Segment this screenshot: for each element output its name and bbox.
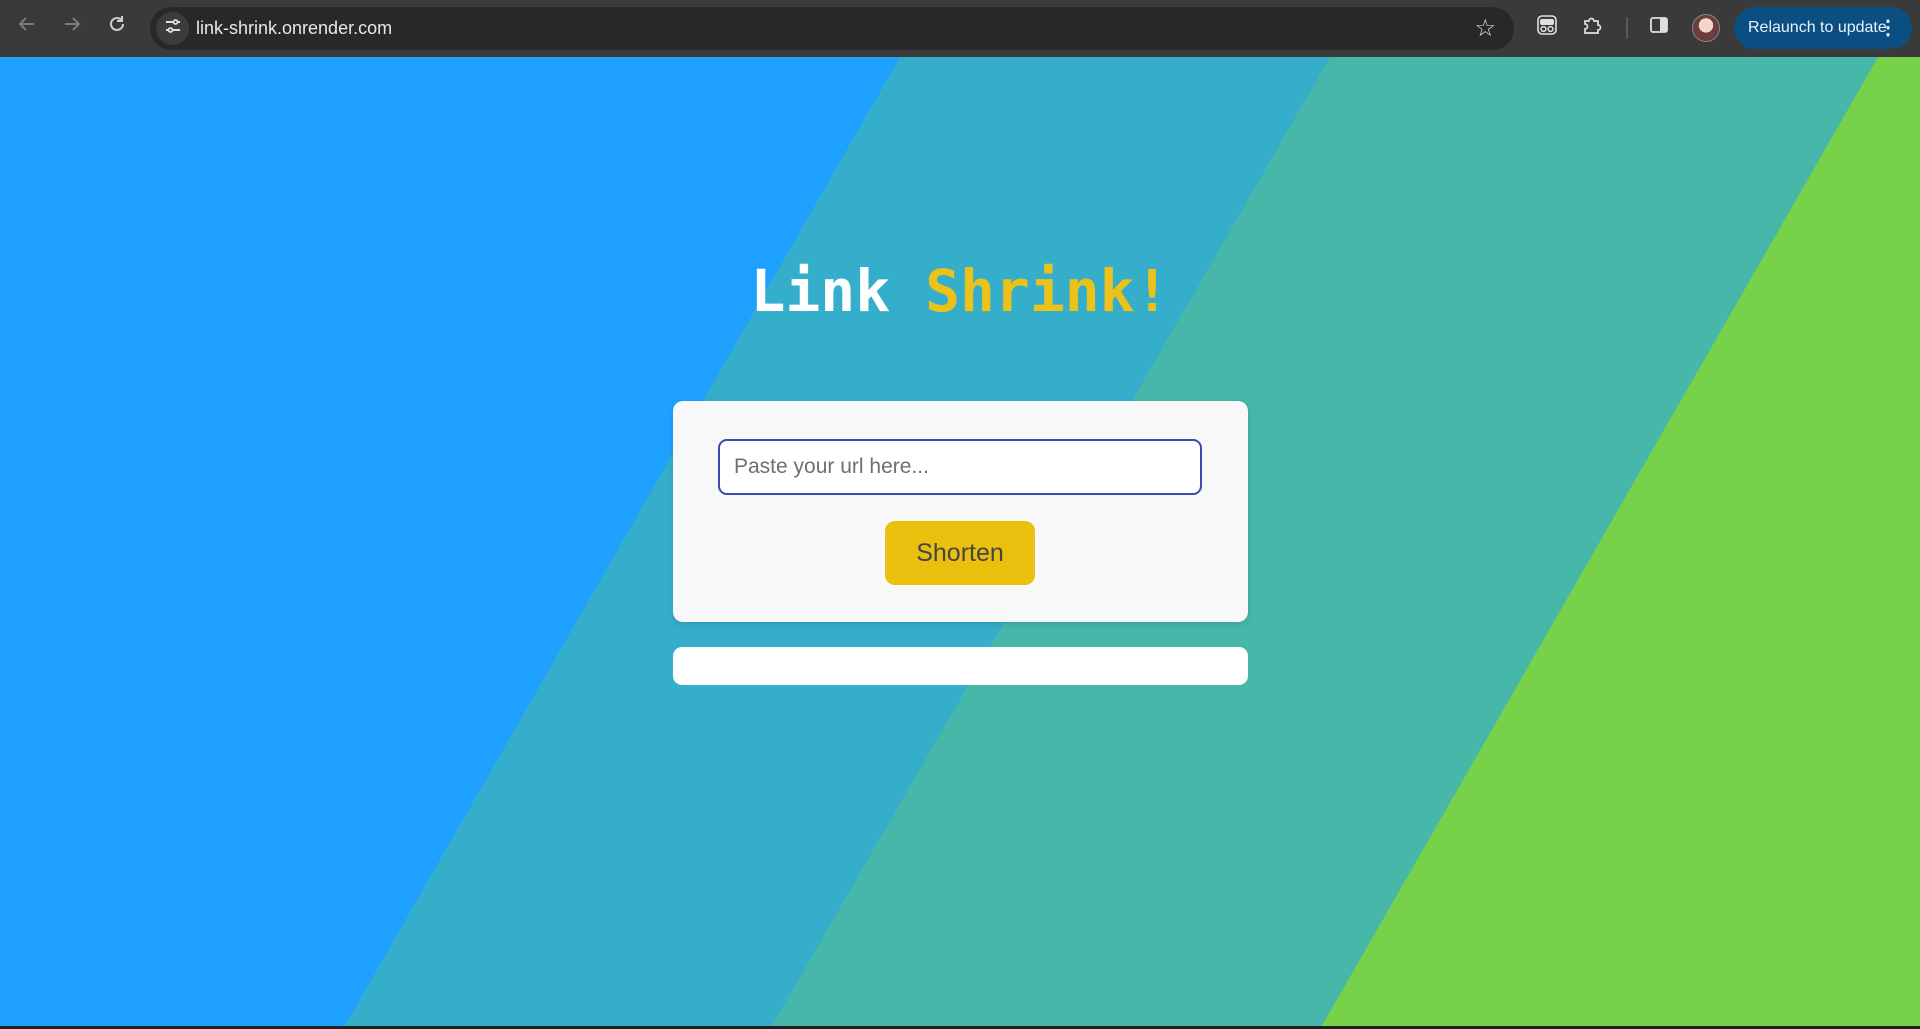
relaunch-label: Relaunch to update [1748, 19, 1887, 36]
forward-button[interactable] [55, 10, 89, 44]
site-info-button[interactable] [156, 12, 189, 45]
incognito-glasses-icon [1536, 14, 1558, 41]
shorten-button[interactable]: Shorten [885, 521, 1035, 585]
side-panel-icon [1649, 15, 1669, 40]
extension-button[interactable] [1530, 10, 1564, 44]
extensions-button[interactable] [1575, 10, 1609, 44]
arrow-left-icon [17, 14, 37, 40]
title-link: Link [750, 257, 891, 325]
address-bar[interactable]: link-shrink.onrender.com ☆ [150, 7, 1514, 50]
url-input[interactable] [718, 439, 1202, 495]
reload-icon [107, 14, 127, 40]
star-icon[interactable]: ☆ [1474, 14, 1496, 43]
avatar[interactable] [1692, 14, 1720, 42]
relaunch-button[interactable]: Relaunch to update ⋮ [1734, 7, 1912, 49]
url-text[interactable]: link-shrink.onrender.com [196, 18, 392, 39]
back-button[interactable] [10, 10, 44, 44]
title-shrink: Shrink! [925, 257, 1170, 325]
tune-icon [164, 17, 182, 40]
puzzle-piece-icon [1581, 14, 1603, 41]
result-box [673, 647, 1248, 685]
arrow-right-icon [62, 14, 82, 40]
page-title: Link Shrink! [0, 257, 1920, 325]
toolbar-divider [1626, 17, 1628, 39]
kebab-menu-icon[interactable]: ⋮ [1878, 15, 1898, 40]
browser-toolbar: link-shrink.onrender.com ☆ Relaunch to u… [0, 0, 1920, 57]
reload-button[interactable] [100, 10, 134, 44]
shorten-card: Shorten [673, 401, 1248, 622]
side-panel-button[interactable] [1642, 10, 1676, 44]
